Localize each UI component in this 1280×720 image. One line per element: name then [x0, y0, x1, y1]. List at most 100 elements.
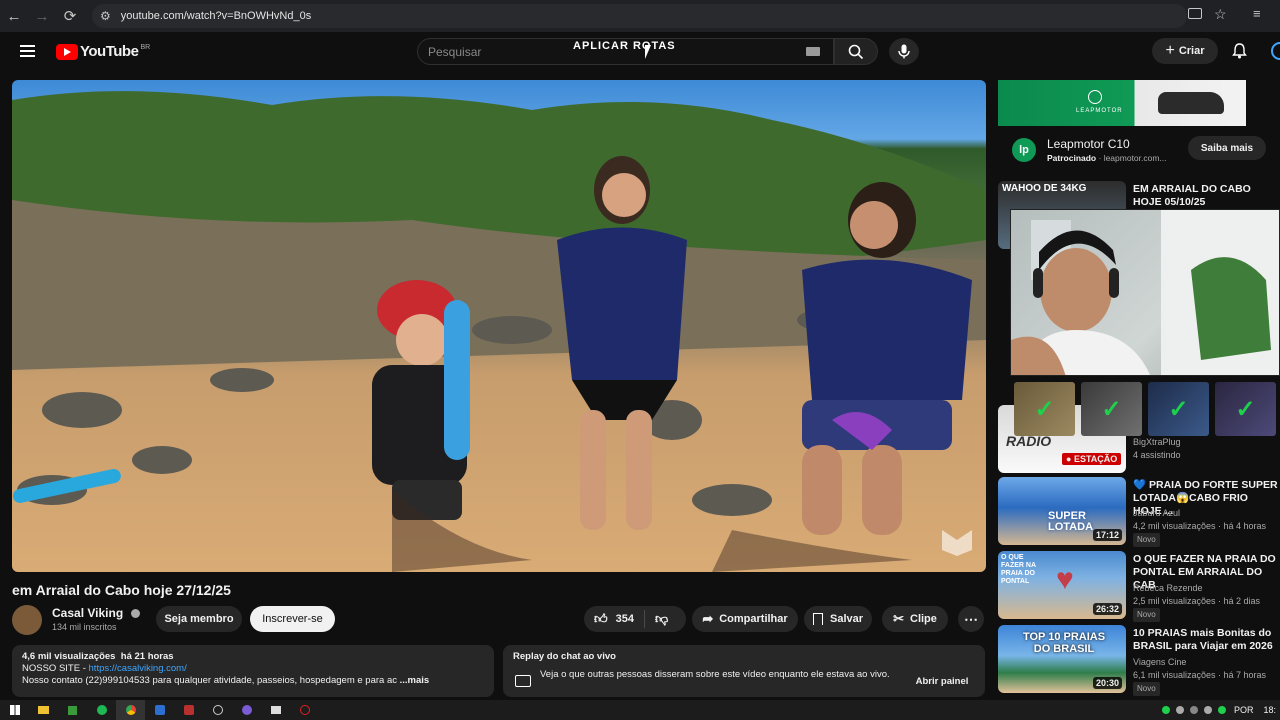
recommendation-meta: 2,5 mil visualizações · há 2 dias — [1133, 596, 1261, 606]
heart-icon: ♥ — [1056, 563, 1074, 596]
more-actions-button[interactable]: ⋯ — [958, 606, 984, 632]
skin-thumbnail: ✓ — [1081, 382, 1142, 436]
open-panel-button[interactable]: Abrir painel — [907, 670, 977, 694]
skin-thumbnail: ✓ — [1215, 382, 1276, 436]
app-icon[interactable] — [261, 700, 290, 720]
tray-icon — [1203, 706, 1212, 714]
tray-icon — [1161, 706, 1170, 714]
chat-icon — [515, 675, 531, 687]
back-icon[interactable]: ← — [0, 2, 28, 30]
share-button[interactable]: ➦ Compartilhar — [692, 606, 798, 632]
save-button[interactable]: Salvar — [804, 606, 872, 632]
like-dislike-group: 👍︎ 354 👎︎ — [584, 606, 686, 632]
menu-icon[interactable]: ≡ — [1253, 6, 1261, 21]
new-badge: Novo — [1133, 682, 1160, 696]
thumbs-down-icon[interactable]: 👎︎ — [655, 611, 668, 627]
live-badge: ● ESTAÇÃO — [1062, 453, 1122, 465]
create-button[interactable]: + Criar — [1152, 38, 1218, 64]
ad-domain: leapmotor.com... — [1103, 153, 1167, 163]
app-icon[interactable] — [290, 700, 319, 720]
scissors-icon: ✂ — [893, 611, 904, 626]
sponsored-ad[interactable]: LEAPMOTOR lp Leapmotor C10 Patrocinado ·… — [998, 80, 1278, 175]
ad-banner-brand: LEAPMOTOR — [1076, 108, 1123, 114]
youtube-logo[interactable]: YouTube BR — [56, 43, 150, 60]
list-item[interactable]: O QUE FAZER NA PRAIA DO PONTAL ♥ 26:32 O… — [998, 551, 1280, 622]
video-title: em Arraial do Cabo hoje 27/12/25 — [12, 582, 231, 598]
ad-banner-image: LEAPMOTOR — [998, 80, 1246, 126]
child-figure — [372, 280, 470, 520]
notifications-bell-icon[interactable] — [1232, 43, 1247, 64]
list-item[interactable]: TOP 10 PRAIAS DO BRASIL 20:30 10 PRAIAS … — [998, 625, 1280, 696]
thumbs-up-icon: 👍︎ — [594, 611, 608, 626]
skin-thumbnail: ✓ — [1014, 382, 1075, 436]
reload-icon[interactable]: ⟳ — [56, 2, 84, 30]
clip-button[interactable]: ✂ Clipe — [882, 606, 948, 632]
chat-replay-box: Replay do chat ao vivo Veja o que outras… — [503, 645, 985, 697]
bookmark-star-icon[interactable]: ☆ — [1214, 6, 1227, 23]
new-badge: Novo — [1133, 533, 1160, 547]
channel-name[interactable]: Casal Viking — [52, 606, 140, 620]
app-icon[interactable] — [174, 700, 203, 720]
hamburger-menu-icon[interactable] — [20, 45, 35, 57]
site-link[interactable]: https://casalviking.com/ — [89, 663, 187, 674]
app-icon[interactable] — [203, 700, 232, 720]
thumbnail-text: O QUE FAZER NA PRAIA DO PONTAL — [1001, 554, 1036, 585]
start-icon[interactable] — [0, 700, 29, 720]
recommendation-channel: Viagens Cine — [1133, 657, 1187, 667]
app-icon[interactable] — [232, 700, 261, 720]
clock[interactable]: 18: — [1263, 705, 1276, 715]
os-taskbar: POR 18: — [0, 700, 1280, 720]
store-icon[interactable] — [58, 700, 87, 720]
channel-avatar[interactable] — [12, 605, 42, 635]
recommendation-title: EM ARRAIAL DO CABO HOJE 05/10/25 — [1133, 183, 1251, 208]
site-label: NOSSO SITE - — [22, 663, 89, 674]
language-indicator[interactable]: POR — [1234, 705, 1254, 715]
video-thumbnail: SUPER LOTADA 17:12 — [998, 477, 1126, 545]
app-icon[interactable] — [145, 700, 174, 720]
voice-search-button[interactable] — [889, 38, 919, 65]
skin-thumbnail: ✓ — [1148, 382, 1209, 436]
like-count: 354 — [615, 613, 634, 625]
keyboard-icon[interactable] — [806, 47, 820, 56]
save-label: Salvar — [829, 613, 864, 625]
search-button[interactable] — [834, 38, 878, 65]
video-duration: 20:30 — [1092, 677, 1122, 689]
like-button[interactable]: 👍︎ 354 — [594, 611, 634, 627]
recommendation-meta: 4,2 mil visualizações · há 4 horas — [1133, 521, 1267, 531]
subscribe-button[interactable]: Inscrever-se — [250, 606, 335, 632]
thumbnail-text: TOP 10 PRAIAS DO BRASIL — [1022, 631, 1106, 655]
thumbnail-text: WAHOO DE 34KG — [1002, 183, 1087, 194]
tray-icon — [1175, 706, 1184, 714]
system-tray-icons[interactable] — [1161, 706, 1226, 714]
video-frame — [12, 91, 986, 572]
site-info-icon[interactable]: ⚙ — [100, 9, 111, 23]
create-label: Criar — [1178, 45, 1205, 57]
spotify-icon[interactable] — [87, 700, 116, 720]
join-button[interactable]: Seja membro — [156, 606, 242, 632]
learn-more-button[interactable]: Saiba mais — [1188, 136, 1266, 160]
contact-text: Nosso contato (22)999104533 para qualque… — [22, 675, 397, 686]
bookmark-icon — [812, 613, 823, 625]
ad-avatar: lp — [1012, 138, 1036, 162]
list-item[interactable]: SUPER LOTADA 17:12 💙 PRAIA DO FORTE SUPE… — [998, 477, 1280, 547]
forward-icon[interactable]: → — [28, 2, 56, 30]
microphone-icon — [898, 44, 910, 59]
url-text: youtube.com/watch?v=BnOWHvNd_0s — [120, 10, 312, 22]
divider — [643, 610, 645, 628]
video-player[interactable] — [12, 80, 986, 572]
plus-icon: + — [1165, 42, 1175, 59]
tray-icon — [1189, 706, 1198, 714]
chrome-icon[interactable] — [116, 700, 145, 720]
mouse-cursor-icon — [645, 45, 657, 59]
check-icon: ✓ — [1101, 395, 1122, 423]
show-more-link[interactable]: ...mais — [400, 675, 430, 686]
cast-icon[interactable] — [1188, 8, 1202, 19]
folder-icon[interactable] — [29, 700, 58, 720]
recommendation-channel: Jaburu Azul — [1133, 508, 1181, 518]
recommendation-title: 10 PRAIAS mais Bonitas do BRASIL para Vi… — [1133, 627, 1273, 652]
webcam-frame — [1011, 210, 1279, 375]
address-bar[interactable]: ⚙ youtube.com/watch?v=BnOWHvNd_0s — [92, 4, 1187, 28]
skin-thumbnails-row: ✓ ✓ ✓ ✓ — [1010, 378, 1280, 440]
play-logo-icon — [56, 43, 78, 60]
description-box[interactable]: 4,6 mil visualizações há 21 horas NOSSO … — [12, 645, 494, 697]
